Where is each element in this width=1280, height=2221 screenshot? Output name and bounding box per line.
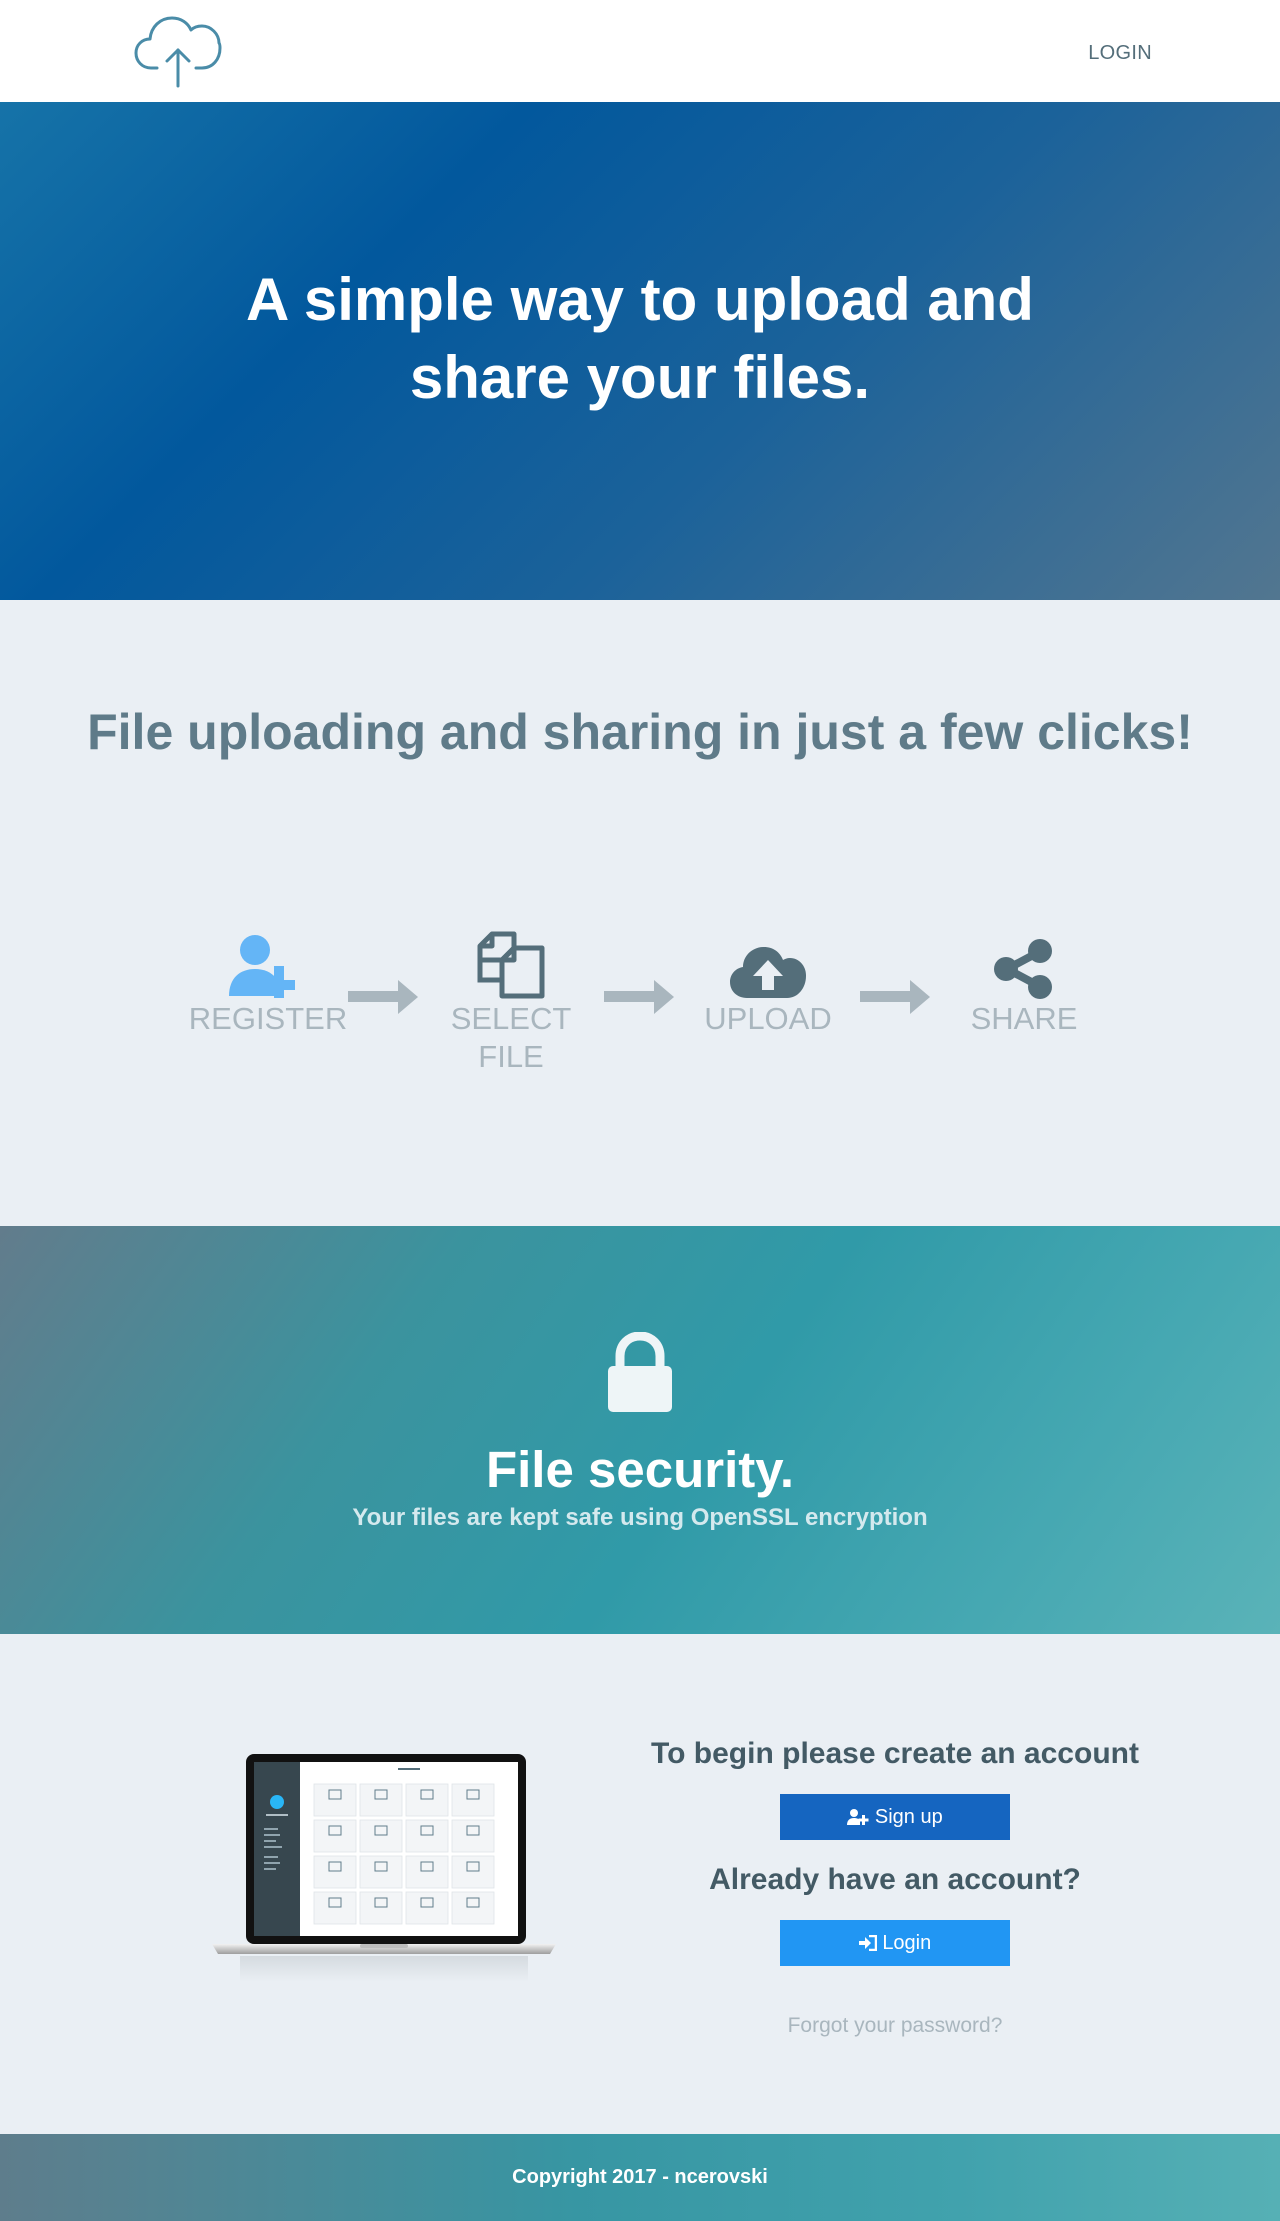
step-select-file: SELECT FILE xyxy=(401,930,621,1076)
share-icon xyxy=(994,939,1052,999)
signup-button[interactable]: Sign up xyxy=(780,1794,1010,1840)
signup-label: Sign up xyxy=(874,1806,943,1828)
existing-account-heading: Already have an account? xyxy=(709,1863,1081,1896)
step-label: SELECT FILE xyxy=(450,1001,572,1074)
steps-section: File uploading and sharing in just a few… xyxy=(0,600,1280,1226)
login-button[interactable]: Login xyxy=(780,1920,1010,1966)
account-actions: To begin please create an account Sign u… xyxy=(620,1734,1170,2038)
copyright-text: Copyright 2017 - ncerovski xyxy=(512,2166,768,2188)
cloud-upload-icon xyxy=(730,947,806,998)
user-plus-icon xyxy=(229,935,295,998)
laptop-screenshot-image xyxy=(212,1754,556,1982)
footer: Copyright 2017 - ncerovski xyxy=(0,2134,1280,2221)
hero-banner: A simple way to upload and share your fi… xyxy=(0,102,1280,600)
top-navbar: LOGIN xyxy=(0,0,1280,102)
sign-in-icon xyxy=(858,1934,877,1952)
step-share: SHARE xyxy=(914,930,1134,1038)
forgot-password-link[interactable]: Forgot your password? xyxy=(620,2014,1170,2038)
step-label: REGISTER xyxy=(188,1001,348,1036)
create-account-heading: To begin please create an account xyxy=(651,1737,1139,1770)
steps-title: File uploading and sharing in just a few… xyxy=(87,704,1193,760)
step-register: REGISTER xyxy=(158,930,378,1038)
nav-login-link[interactable]: LOGIN xyxy=(1088,42,1152,65)
step-upload: UPLOAD xyxy=(658,930,878,1038)
hero-title: A simple way to upload and share your fi… xyxy=(246,266,1034,411)
step-label: UPLOAD xyxy=(704,1001,832,1036)
security-subtitle: Your files are kept safe using OpenSSL e… xyxy=(352,1504,928,1531)
security-section: File security. Your files are kept safe … xyxy=(0,1226,1280,1634)
cloud-upload-icon[interactable] xyxy=(133,12,223,90)
user-plus-icon xyxy=(847,1809,869,1825)
account-section: To begin please create an account Sign u… xyxy=(0,1634,1280,2134)
files-icon xyxy=(477,931,545,999)
login-label: Login xyxy=(882,1932,932,1954)
lock-icon xyxy=(608,1332,672,1412)
step-label: SHARE xyxy=(970,1001,1078,1036)
security-title: File security. xyxy=(485,1441,795,1498)
